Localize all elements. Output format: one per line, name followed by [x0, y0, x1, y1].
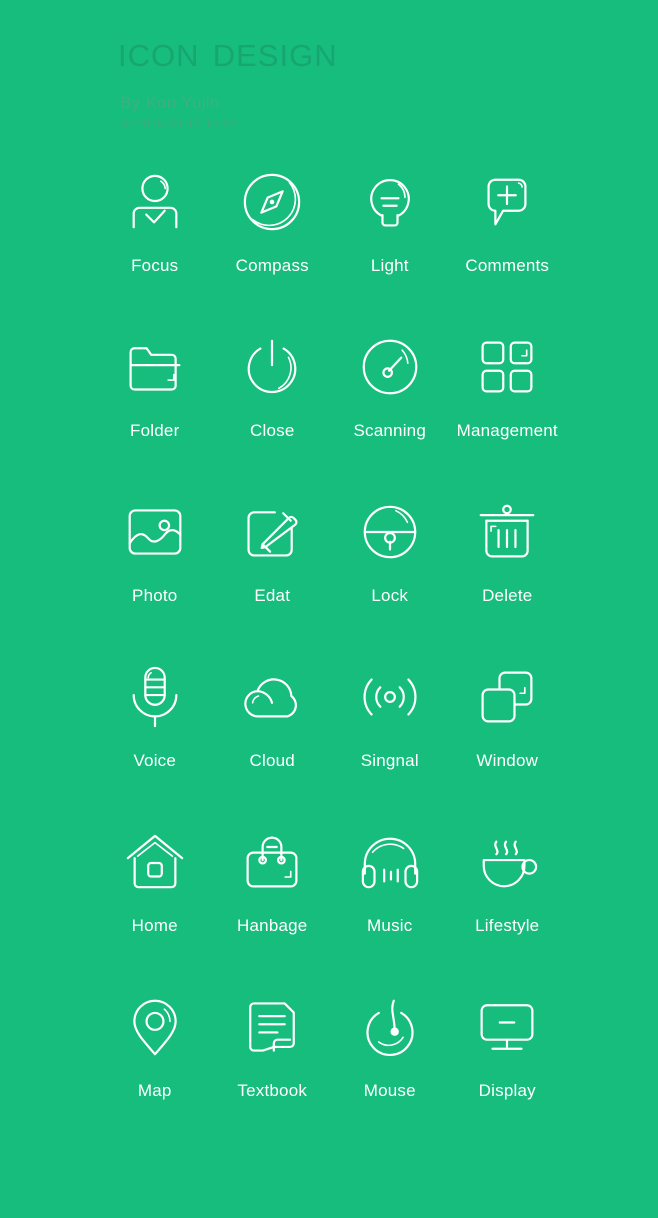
icon-cell-photo[interactable]: Photo — [96, 496, 214, 661]
icon-cell-management[interactable]: Management — [449, 331, 567, 496]
icon-cell-delete[interactable]: Delete — [449, 496, 567, 661]
icon-label: Voice — [133, 751, 177, 770]
icon-cell-edat[interactable]: Edat — [214, 496, 332, 661]
icon-label: Singnal — [360, 751, 419, 770]
author-byline: By Kon Yujin — [120, 93, 220, 112]
lightbulb-icon — [354, 166, 426, 238]
icon-label: Textbook — [237, 1081, 308, 1100]
mouse-disc-icon — [354, 991, 426, 1063]
icon-cell-light[interactable]: Light — [331, 166, 449, 331]
icon-cell-focus[interactable]: Focus — [96, 166, 214, 331]
icon-cell-lock[interactable]: Lock — [331, 496, 449, 661]
icon-label: Lock — [371, 586, 409, 605]
icon-cell-cloud[interactable]: Cloud — [214, 661, 332, 826]
icon-label: Comments — [465, 256, 550, 275]
power-icon — [236, 331, 308, 403]
icon-cell-voice[interactable]: Voice — [96, 661, 214, 826]
person-check-icon — [119, 166, 191, 238]
icon-cell-display[interactable]: Display — [449, 991, 567, 1156]
icon-cell-folder[interactable]: Folder — [96, 331, 214, 496]
icon-label: Map — [137, 1081, 172, 1100]
icon-design-poster: Icon Design By Kon Yujin At 2015-03-10 1… — [0, 0, 658, 1218]
overlapping-windows-icon — [471, 661, 543, 733]
icon-label: Mouse — [363, 1081, 416, 1100]
icon-cell-comments[interactable]: Comments — [449, 166, 567, 331]
icon-label: Lifestyle — [475, 916, 540, 935]
icon-label: Edat — [254, 586, 291, 605]
location-pin-icon — [119, 991, 191, 1063]
icon-cell-hanbage[interactable]: Hanbage — [214, 826, 332, 991]
icon-label: Scanning — [353, 421, 426, 440]
icon-label: Delete — [482, 586, 533, 605]
icon-label: Photo — [132, 586, 178, 605]
trash-can-icon — [471, 496, 543, 568]
grid-squares-icon — [471, 331, 543, 403]
padlock-icon — [354, 496, 426, 568]
icon-label: Hanbage — [237, 916, 308, 935]
monitor-icon — [471, 991, 543, 1063]
house-icon — [119, 826, 191, 898]
icon-cell-window[interactable]: Window — [449, 661, 567, 826]
compass-icon — [236, 166, 308, 238]
icon-label: Light — [370, 256, 409, 275]
folder-icon — [119, 331, 191, 403]
icon-cell-singnal[interactable]: Singnal — [331, 661, 449, 826]
page-title: Icon Design — [118, 27, 338, 76]
icon-cell-scanning[interactable]: Scanning — [331, 331, 449, 496]
icon-cell-compass[interactable]: Compass — [214, 166, 332, 331]
icon-label: Window — [476, 751, 539, 770]
icon-cell-music[interactable]: Music — [331, 826, 449, 991]
timestamp: At 2015-03-10 18:28 — [120, 117, 238, 131]
icon-cell-lifestyle[interactable]: Lifestyle — [449, 826, 567, 991]
icon-label: Compass — [235, 256, 309, 275]
icon-cell-textbook[interactable]: Textbook — [214, 991, 332, 1156]
icon-cell-close[interactable]: Close — [214, 331, 332, 496]
icon-cell-home[interactable]: Home — [96, 826, 214, 991]
document-lines-icon — [236, 991, 308, 1063]
icon-label: Home — [131, 916, 178, 935]
icon-label: Focus — [131, 256, 179, 275]
icon-cell-map[interactable]: Map — [96, 991, 214, 1156]
speech-bubble-plus-icon — [471, 166, 543, 238]
handbag-icon — [236, 826, 308, 898]
wireless-signal-icon — [354, 661, 426, 733]
header: Icon Design By Kon Yujin At 2015-03-10 1… — [118, 26, 598, 132]
icon-label: Close — [250, 421, 295, 440]
pencil-edit-icon — [236, 496, 308, 568]
icon-grid: Focus Compass Light Comments Folder Clos… — [96, 166, 566, 1156]
headphones-icon — [354, 826, 426, 898]
icon-label: Music — [367, 916, 413, 935]
icon-cell-mouse[interactable]: Mouse — [331, 991, 449, 1156]
microphone-icon — [119, 661, 191, 733]
coffee-cup-icon — [471, 826, 543, 898]
image-icon — [119, 496, 191, 568]
gauge-icon — [354, 331, 426, 403]
icon-label: Management — [456, 421, 558, 440]
icon-label: Display — [478, 1081, 536, 1100]
cloud-icon — [236, 661, 308, 733]
icon-label: Folder — [130, 421, 180, 440]
icon-label: Cloud — [249, 751, 295, 770]
